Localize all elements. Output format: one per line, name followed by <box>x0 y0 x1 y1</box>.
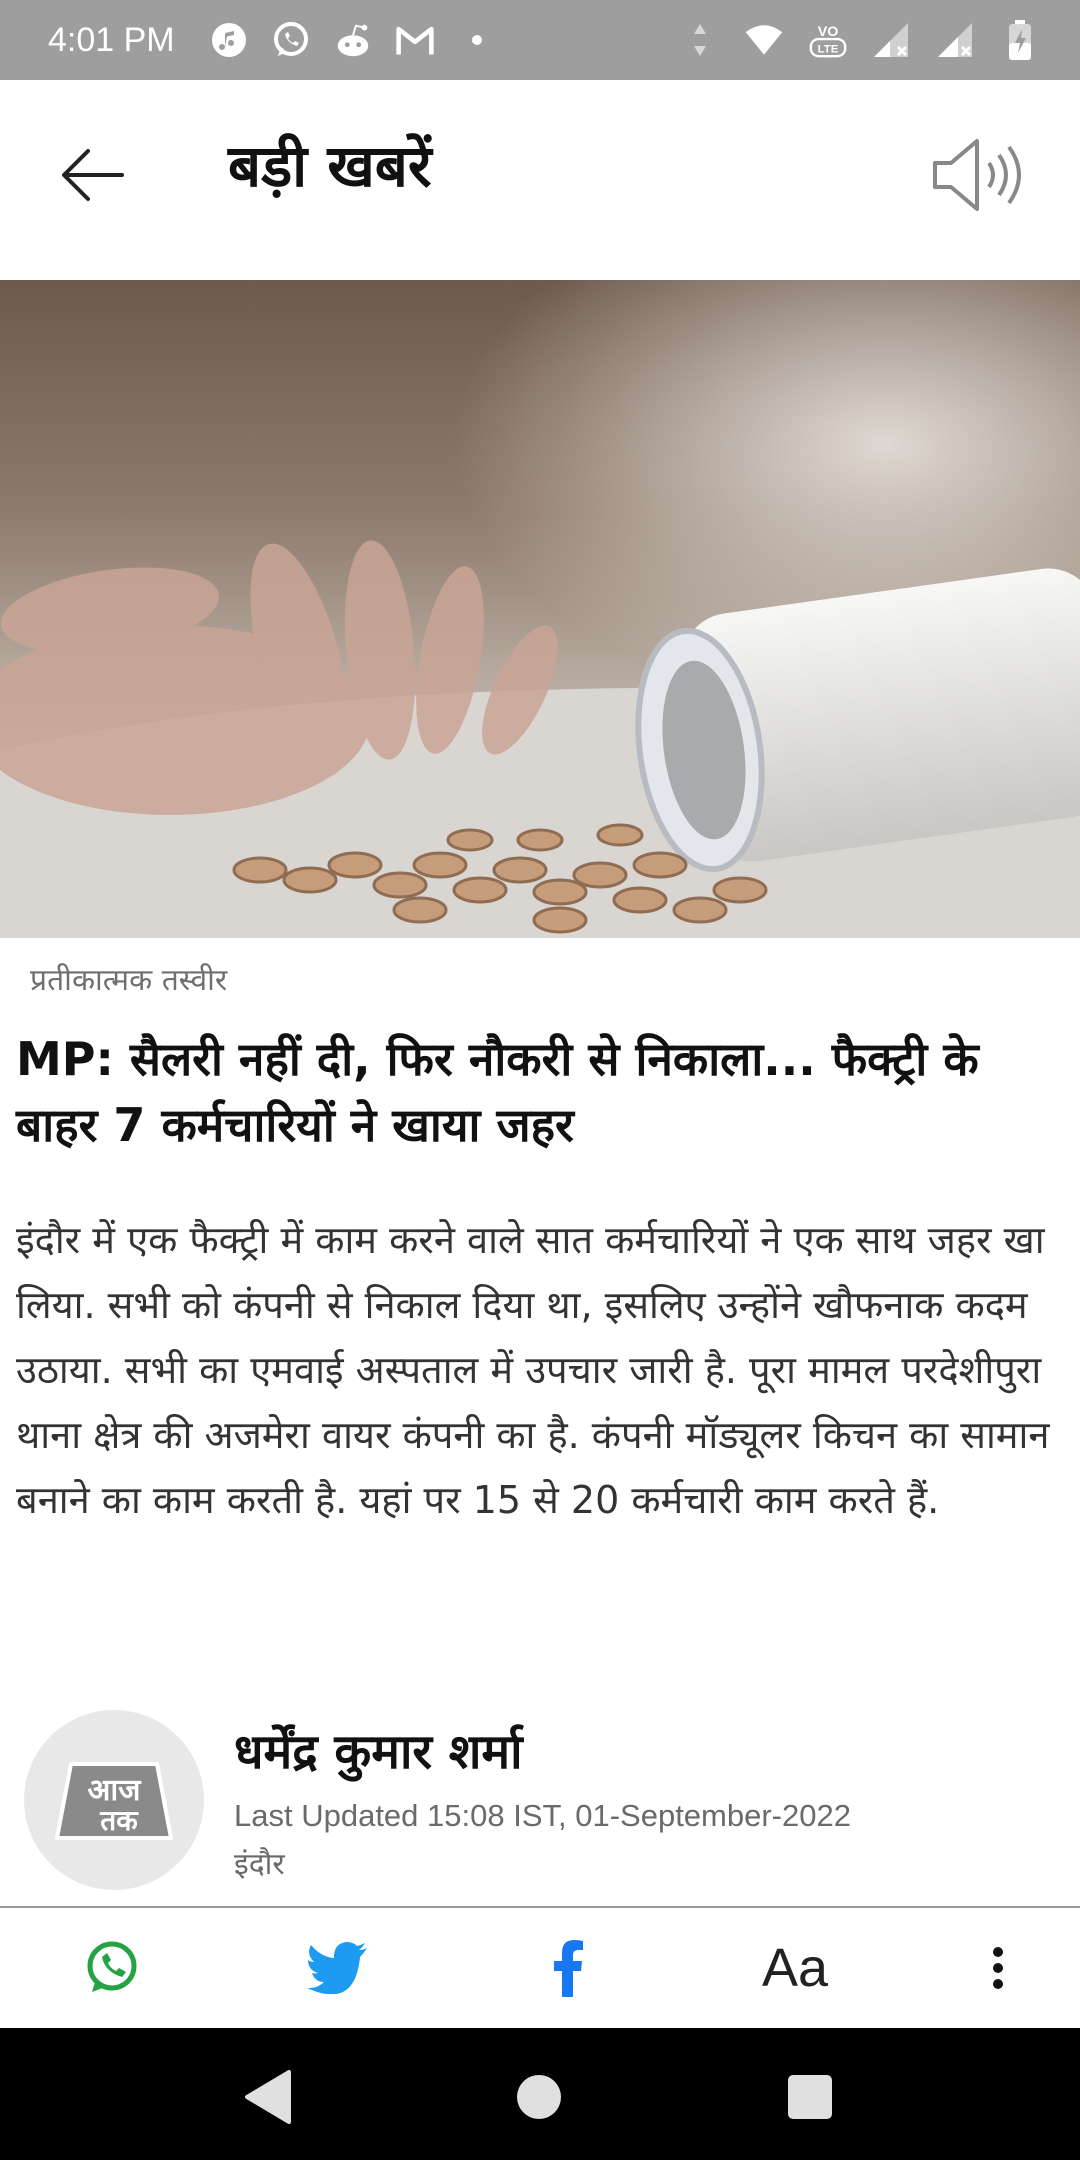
circle-home-icon <box>517 2075 561 2119</box>
nav-back-button[interactable] <box>232 2062 302 2132</box>
gmail-icon <box>395 20 435 60</box>
share-toolbar: Aa <box>0 1908 1080 2028</box>
dot-icon <box>457 20 497 60</box>
facebook-icon <box>554 1940 583 1997</box>
aaj-tak-logo: आज तक <box>55 1762 173 1840</box>
music-icon <box>209 20 249 60</box>
more-vertical-icon <box>993 1947 1003 1989</box>
nav-recents-button[interactable] <box>775 2062 845 2132</box>
page-title: बड़ी खबरें <box>228 132 432 200</box>
article-summary: इंदौर में एक फैक्ट्री में काम करने वाले … <box>16 1218 1050 1522</box>
article-headline: MP: सैलरी नहीं दी, फिर नौकरी से निकाला..… <box>16 1032 979 1152</box>
whatsapp-icon <box>271 20 311 60</box>
system-status-icons: LTE VO <box>680 20 1040 60</box>
status-time: 4:01 PM <box>48 20 175 59</box>
speaker-icon <box>933 139 1021 211</box>
listen-button[interactable] <box>922 120 1032 230</box>
font-size-button[interactable]: Aa <box>745 1920 845 2016</box>
twitter-share-button[interactable] <box>288 1920 388 2016</box>
twitter-icon <box>307 1942 367 1994</box>
app-bar: बड़ी खबरें <box>0 80 1080 280</box>
svg-text:VO: VO <box>818 24 839 40</box>
square-recents-icon <box>788 2075 832 2119</box>
status-bar: 4:01 PM LTE VO <box>0 0 1080 80</box>
last-updated: Last Updated 15:08 IST, 01-September-202… <box>234 1798 851 1833</box>
battery-charging-icon <box>1000 20 1040 60</box>
signal-1-icon <box>872 20 912 60</box>
image-caption: प्रतीकात्मक तस्वीर <box>30 963 228 998</box>
back-button[interactable] <box>48 130 138 220</box>
navigation-bar <box>0 2028 1080 2160</box>
more-options-button[interactable] <box>948 1920 1048 2016</box>
nav-home-button[interactable] <box>504 2062 574 2132</box>
author-name[interactable]: धर्मेंद्र कुमार शर्मा <box>234 1718 523 1783</box>
svg-text:आज: आज <box>88 1773 143 1808</box>
signal-2-icon <box>936 20 976 60</box>
reddit-icon <box>333 20 373 60</box>
wifi-icon <box>744 20 784 60</box>
facebook-share-button[interactable] <box>518 1920 618 2016</box>
notification-icons <box>209 20 497 60</box>
whatsapp-share-button[interactable] <box>62 1920 162 2016</box>
author-avatar[interactable]: आज तक <box>24 1710 204 1890</box>
location: इंदौर <box>234 1847 285 1882</box>
whatsapp-icon <box>87 1941 137 1992</box>
data-arrows-icon <box>680 20 720 60</box>
volte-icon: LTE VO <box>808 20 848 60</box>
article-image <box>0 280 1080 938</box>
svg-text:LTE: LTE <box>818 43 839 55</box>
arrow-left-icon <box>62 149 124 201</box>
svg-text:तक: तक <box>99 1804 139 1837</box>
triangle-back-icon <box>245 2070 291 2124</box>
